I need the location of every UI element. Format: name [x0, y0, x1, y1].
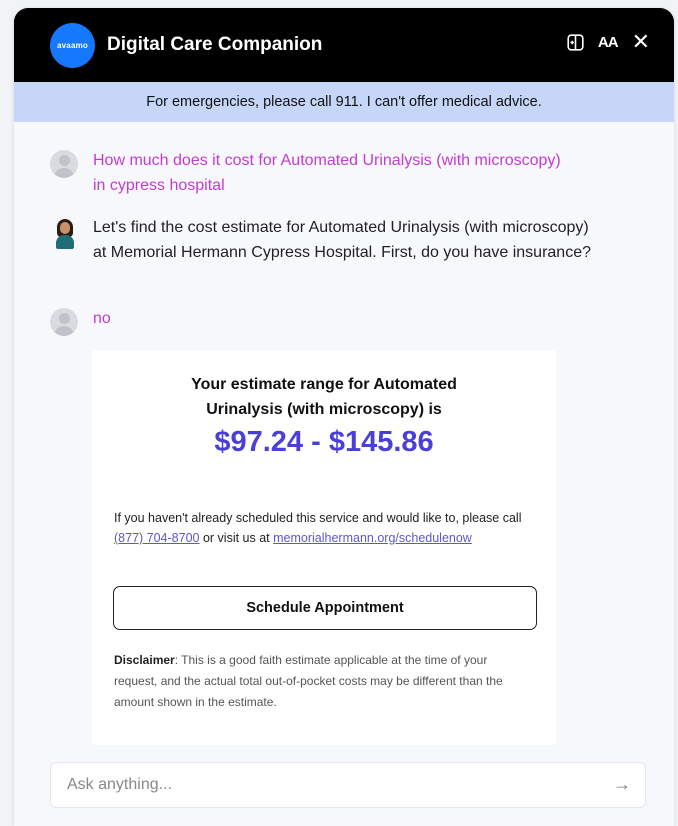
- user-avatar-icon: [50, 150, 78, 178]
- agent-avatar-body: [56, 235, 74, 249]
- composer: →: [50, 762, 646, 808]
- estimate-card: Your estimate range for Automated Urinal…: [92, 350, 556, 745]
- chat-title: Digital Care Companion: [107, 34, 323, 55]
- emergency-notice: For emergencies, please call 911. I can'…: [14, 82, 674, 122]
- expand-panel-icon[interactable]: [567, 33, 584, 51]
- schedule-info-prefix: If you haven't already scheduled this se…: [114, 511, 522, 525]
- expand-panel-glyph: [567, 33, 584, 51]
- schedule-info-middle: or visit us at: [199, 531, 274, 545]
- estimate-heading-line2: Urinalysis (with microscopy) is: [206, 401, 442, 418]
- logo-text: avaamo: [57, 40, 88, 50]
- header-actions: AA ✕: [567, 31, 650, 53]
- user-avatar-icon: [50, 308, 78, 336]
- close-icon[interactable]: ✕: [632, 31, 650, 53]
- schedule-info: If you haven't already scheduled this se…: [114, 508, 524, 548]
- agent-avatar-icon: [54, 219, 76, 249]
- estimate-heading: Your estimate range for Automated Urinal…: [92, 372, 556, 422]
- agent-message: Let's find the cost estimate for Automat…: [54, 215, 614, 265]
- schedule-url-link[interactable]: memorialhermann.org/schedulenow: [273, 531, 472, 545]
- user-message: no: [50, 306, 350, 336]
- ask-input[interactable]: [51, 775, 571, 795]
- agent-message-text: Let's find the cost estimate for Automat…: [93, 219, 591, 261]
- notice-text: For emergencies, please call 911. I can'…: [146, 94, 542, 110]
- schedule-appointment-button[interactable]: Schedule Appointment: [113, 586, 537, 630]
- chat-header: avaamo Digital Care Companion AA ✕: [14, 8, 674, 82]
- estimate-price-range: $97.24 - $145.86: [214, 426, 434, 458]
- user-message-text: no: [93, 310, 111, 327]
- user-message-text: How much does it cost for Automated Urin…: [93, 152, 561, 194]
- agent-avatar-face: [60, 222, 70, 234]
- chat-widget: avaamo Digital Care Companion AA ✕ For e…: [14, 8, 674, 826]
- phone-link[interactable]: (877) 704-8700: [114, 531, 199, 545]
- estimate-heading-line1: Your estimate range for Automated: [191, 376, 457, 393]
- disclaimer-label: Disclaimer: [114, 653, 175, 667]
- send-arrow-icon[interactable]: →: [613, 774, 631, 795]
- disclaimer: Disclaimer: This is a good faith estimat…: [114, 650, 524, 713]
- brand-logo: avaamo: [50, 22, 95, 68]
- user-message: How much does it cost for Automated Urin…: [50, 148, 570, 198]
- font-size-button[interactable]: AA: [598, 34, 619, 51]
